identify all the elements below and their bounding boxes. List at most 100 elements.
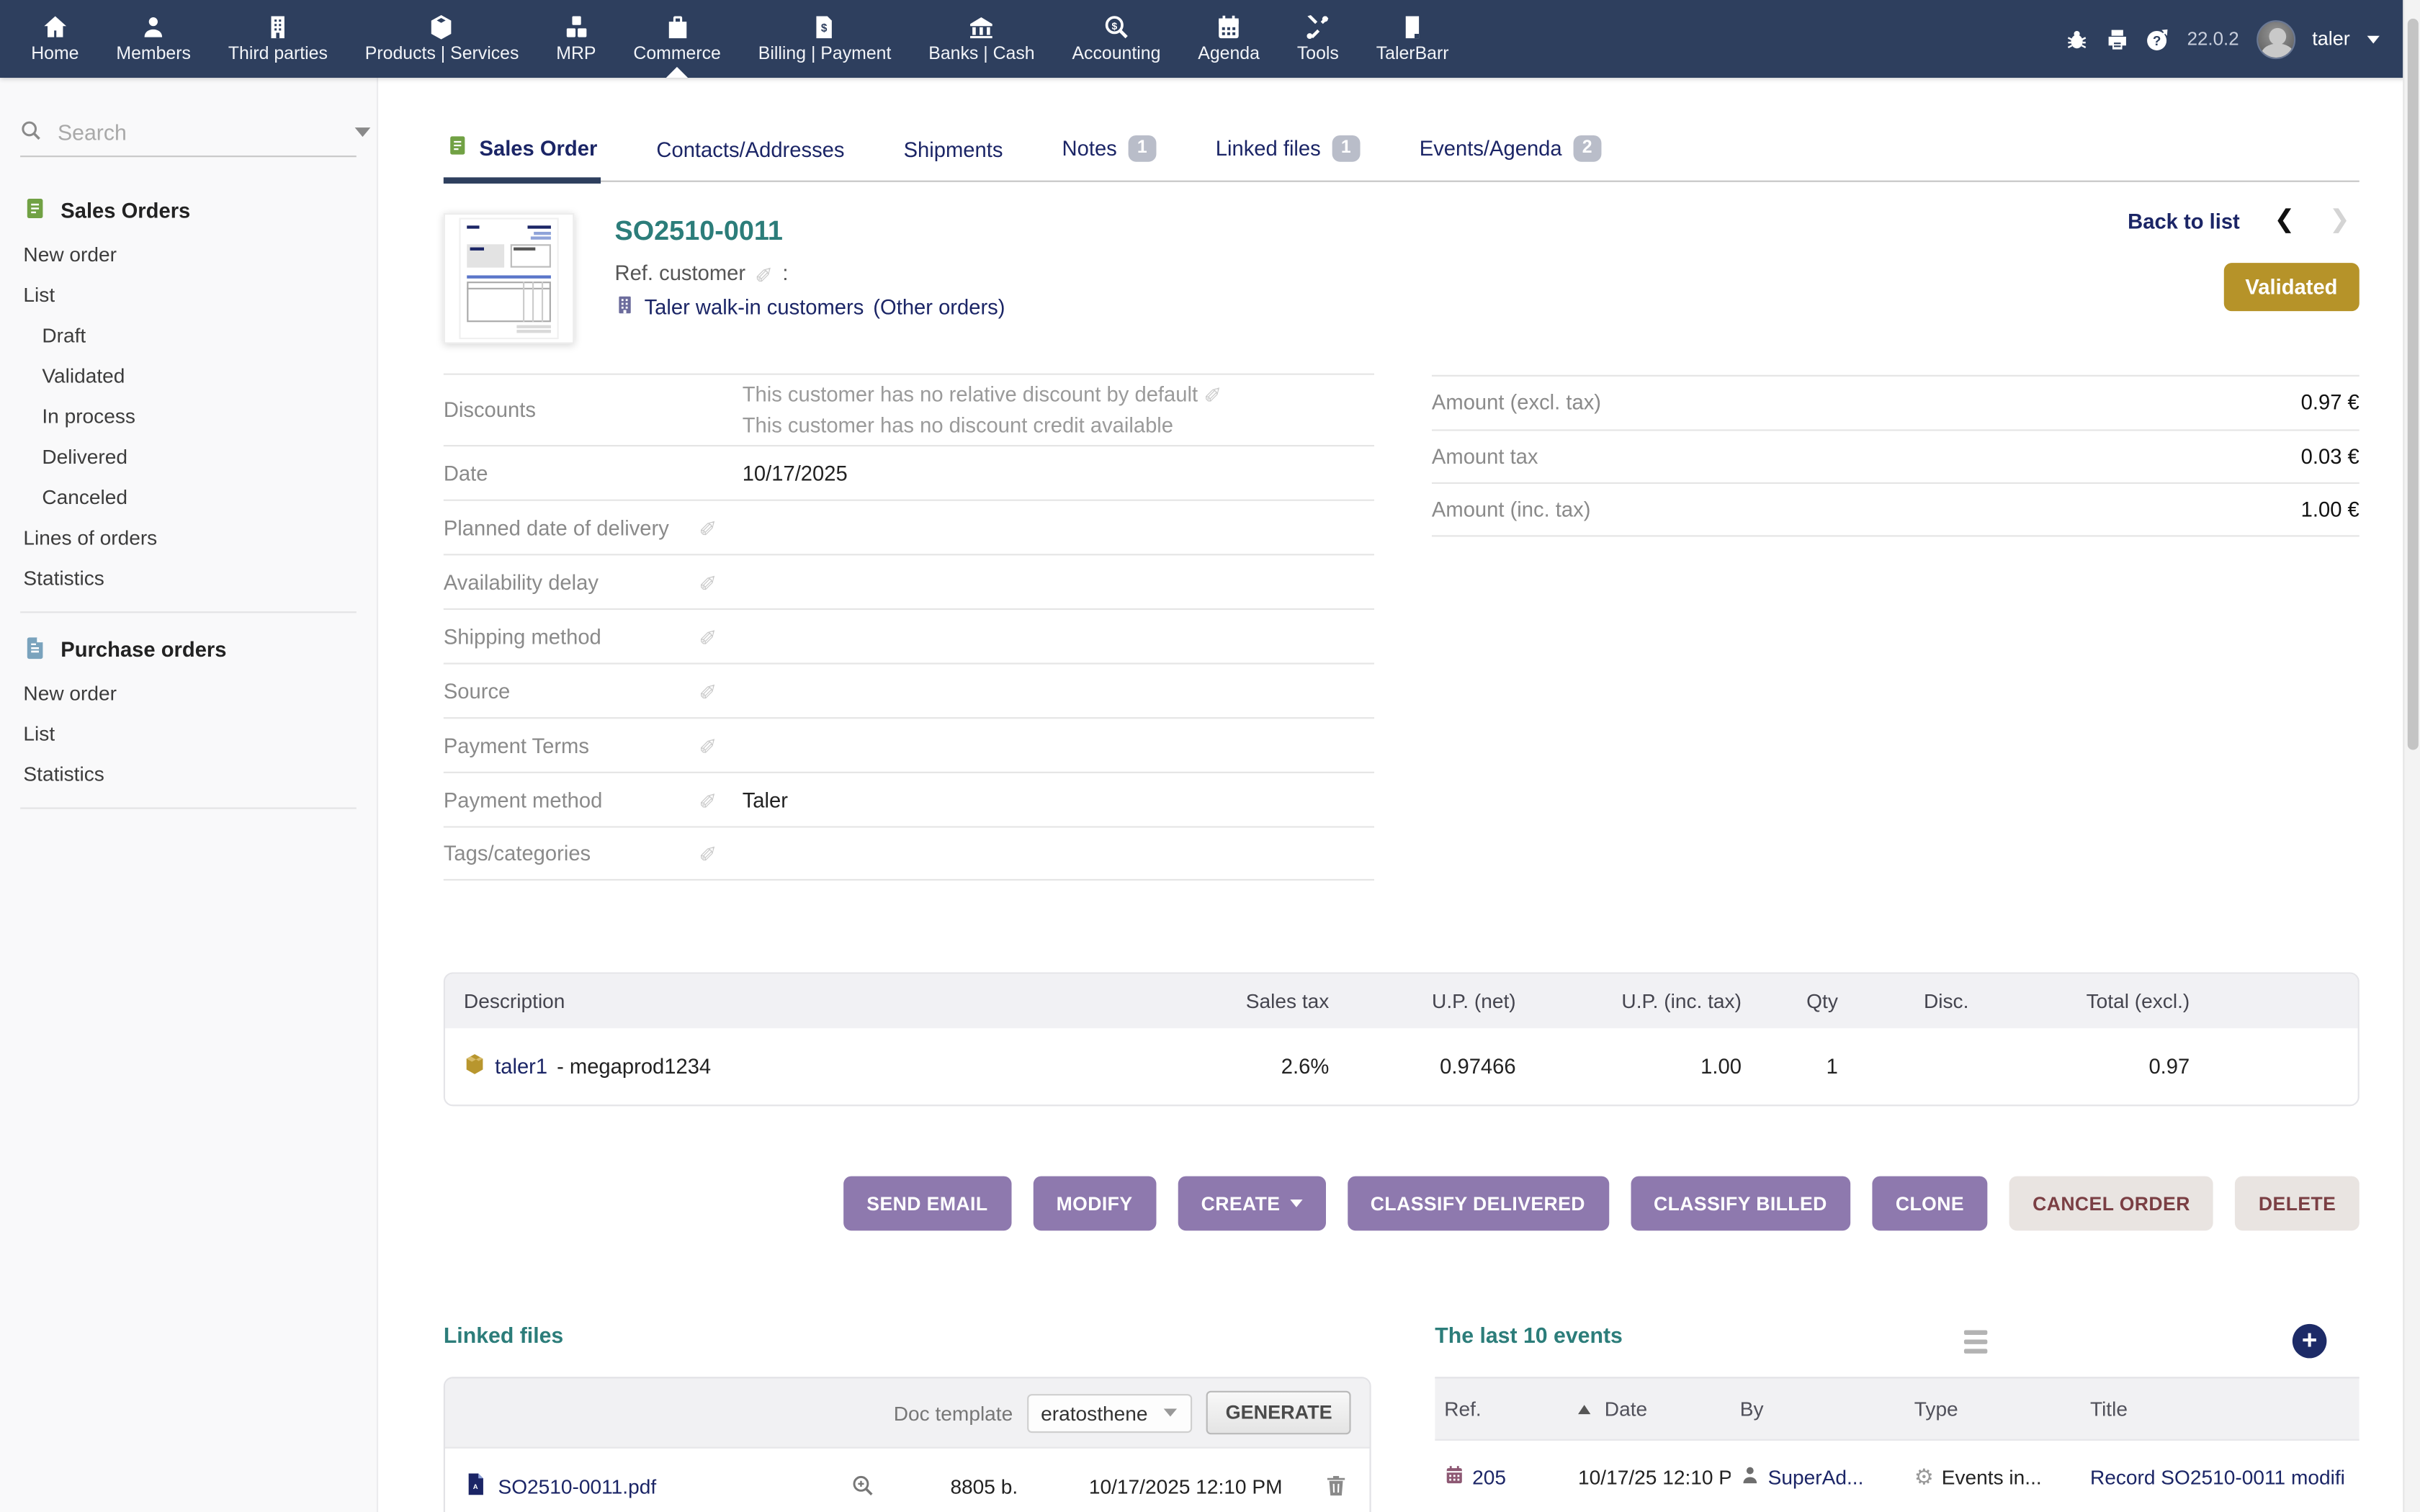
tab-shipments[interactable]: Shipments <box>900 138 1005 180</box>
back-to-list-link[interactable]: Back to list <box>2128 210 2240 233</box>
col-date[interactable]: Date <box>1569 1397 1731 1420</box>
status-badge: Validated <box>2223 263 2360 311</box>
nav-members[interactable]: Members <box>97 0 209 78</box>
edit-pencil-icon[interactable]: ✎ <box>699 842 717 863</box>
user-avatar[interactable] <box>2256 19 2295 58</box>
sidebar-item-lines-of-orders[interactable]: Lines of orders <box>0 516 377 557</box>
purchase-orders-section[interactable]: Purchase orders <box>0 627 377 672</box>
col-by[interactable]: By <box>1731 1397 1905 1420</box>
col-type[interactable]: Type <box>1905 1397 2081 1420</box>
file-link[interactable]: SO2510-0011.pdf <box>498 1474 656 1497</box>
search-input[interactable] <box>55 118 343 146</box>
bug-icon[interactable] <box>2066 27 2089 50</box>
classify-billed-button[interactable]: CLASSIFY BILLED <box>1631 1176 1851 1231</box>
edit-pencil-icon[interactable]: ✎ <box>699 570 717 592</box>
calendar-icon <box>1216 14 1242 40</box>
col-disc: Disc. <box>1854 989 1985 1012</box>
field-label: Planned date of delivery <box>444 516 699 539</box>
sidebar-item-validated[interactable]: Validated <box>0 355 377 395</box>
edit-pencil-icon[interactable]: ✎ <box>699 788 717 809</box>
chevron-down-icon[interactable] <box>2367 35 2380 43</box>
event-title-link[interactable]: Record SO2510-0011 modifi <box>2090 1464 2345 1488</box>
clone-button[interactable]: CLONE <box>1872 1176 1987 1231</box>
delete-button[interactable]: DELETE <box>2236 1176 2360 1231</box>
tab-bar: Sales Order Contacts/Addresses Shipments… <box>444 118 2360 182</box>
sidebar-item-delivered[interactable]: Delivered <box>0 436 377 476</box>
trash-icon[interactable] <box>1282 1473 1350 1498</box>
tab-contacts-addresses[interactable]: Contacts/Addresses <box>653 138 848 180</box>
tab-sales-order[interactable]: Sales Order <box>444 134 601 181</box>
field-label: Shipping method <box>444 625 699 648</box>
col-title[interactable]: Title <box>2081 1397 2360 1420</box>
event-ref-link[interactable]: 205 <box>1472 1464 1506 1488</box>
printer-icon[interactable] <box>2106 27 2129 50</box>
product-link[interactable]: taler1 <box>495 1055 547 1078</box>
box-icon <box>429 14 455 40</box>
event-user-link[interactable]: SuperAd... <box>1768 1464 1864 1488</box>
nav-talerbarr[interactable]: TalerBarr <box>1358 0 1468 78</box>
help-icon[interactable]: ? <box>2146 27 2169 50</box>
nav-commerce[interactable]: Commerce <box>614 0 739 78</box>
nav-agenda[interactable]: Agenda <box>1179 0 1278 78</box>
tab-events-agenda[interactable]: Events/Agenda 2 <box>1416 136 1604 181</box>
tab-notes[interactable]: Notes 1 <box>1059 136 1160 181</box>
other-orders-link[interactable]: (Other orders) <box>873 296 1005 319</box>
customer-link[interactable]: Taler walk-in customers <box>645 296 864 319</box>
edit-pencil-icon[interactable]: ✎ <box>699 679 717 701</box>
cancel-order-button[interactable]: CANCEL ORDER <box>2009 1176 2214 1231</box>
nav-tools[interactable]: Tools <box>1278 0 1358 78</box>
nav-billing-payment[interactable]: $ Billing | Payment <box>740 0 910 78</box>
sidebar-item-new-order[interactable]: New order <box>0 233 377 274</box>
sales-orders-section[interactable]: Sales Orders <box>0 188 377 233</box>
edit-pencil-icon[interactable]: ✎ <box>699 625 717 647</box>
nav-home[interactable]: Home <box>0 0 97 78</box>
list-view-icon[interactable] <box>1964 1330 1987 1353</box>
sidebar-item-po-new-order[interactable]: New order <box>0 672 377 712</box>
nav-accounting[interactable]: $ Accounting <box>1054 0 1180 78</box>
nav-products-services[interactable]: Products | Services <box>346 0 537 78</box>
doc-template-select[interactable]: eratosthene <box>1027 1393 1193 1432</box>
tab-label: Shipments <box>904 138 1003 161</box>
sidebar-item-po-statistics[interactable]: Statistics <box>0 753 377 793</box>
sidebar-item-draft[interactable]: Draft <box>0 314 377 354</box>
next-record-icon[interactable]: ❯ <box>2329 209 2350 234</box>
edit-pencil-icon[interactable]: ✎ <box>699 516 717 537</box>
send-email-button[interactable]: SEND EMAIL <box>843 1176 1011 1231</box>
nav-banks-cash[interactable]: Banks | Cash <box>910 0 1053 78</box>
sidebar-item-list[interactable]: List <box>0 274 377 314</box>
document-preview-thumbnail[interactable] <box>444 213 575 344</box>
tab-linked-files[interactable]: Linked files 1 <box>1212 136 1363 181</box>
sidebar-item-in-process[interactable]: In process <box>0 395 377 436</box>
add-event-plus-icon[interactable]: + <box>2293 1324 2327 1359</box>
sidebar-item-po-list[interactable]: List <box>0 713 377 753</box>
search-dropdown-caret-icon[interactable] <box>355 127 371 137</box>
events-list-toggle[interactable] <box>1964 1330 1987 1353</box>
edit-pencil-icon[interactable]: ✎ <box>755 262 773 284</box>
blue-doc-icon <box>23 635 46 665</box>
col-qty: Qty <box>1757 989 1854 1012</box>
add-event-control[interactable]: + <box>2293 1324 2327 1359</box>
tab-badge: 1 <box>1332 136 1361 162</box>
previous-record-icon[interactable]: ❮ <box>2274 209 2295 234</box>
scrollbar[interactable] <box>2403 0 2420 1512</box>
modify-button[interactable]: MODIFY <box>1033 1176 1156 1231</box>
sidebar-item-statistics[interactable]: Statistics <box>0 557 377 598</box>
nav-third-parties[interactable]: Third parties <box>210 0 346 78</box>
field-label: Date <box>444 462 699 485</box>
edit-pencil-icon[interactable]: ✎ <box>1204 382 1222 404</box>
main-content: Sales Order Contacts/Addresses Shipments… <box>380 78 2420 1512</box>
generate-button[interactable]: GENERATE <box>1207 1391 1351 1435</box>
search-icon <box>20 119 42 145</box>
calendar-icon <box>1444 1463 1464 1490</box>
classify-delivered-button[interactable]: CLASSIFY DELIVERED <box>1347 1176 1608 1231</box>
edit-pencil-icon[interactable]: ✎ <box>699 734 717 755</box>
user-name[interactable]: taler <box>2312 28 2350 50</box>
sidebar-item-canceled[interactable]: Canceled <box>0 476 377 516</box>
nav-mrp[interactable]: MRP <box>537 0 614 78</box>
preview-zoom-icon[interactable] <box>831 1473 893 1498</box>
scrollbar-thumb[interactable] <box>2408 19 2419 750</box>
create-button[interactable]: CREATE <box>1178 1176 1325 1231</box>
col-ref[interactable]: Ref. <box>1435 1397 1569 1420</box>
tab-label: Events/Agenda <box>1420 138 1562 161</box>
line-row: taler1 - megaprod1234 2.6% 0.97466 1.00 … <box>445 1028 2358 1104</box>
